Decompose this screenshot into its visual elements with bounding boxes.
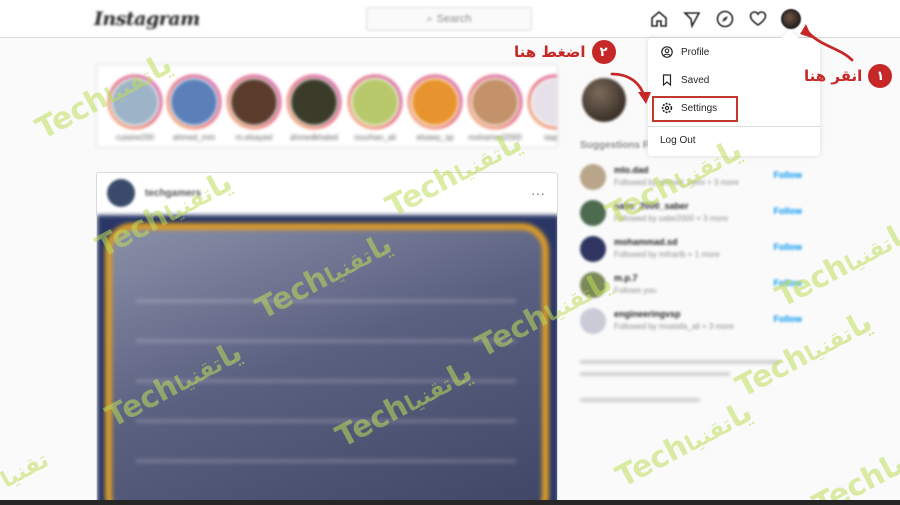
arrow-step-1: [806, 30, 854, 62]
annotation-arrows: [610, 24, 854, 104]
arrowhead-step-2: [638, 92, 651, 104]
bottom-edge: [0, 500, 900, 505]
arrowhead-step-1: [800, 24, 812, 38]
